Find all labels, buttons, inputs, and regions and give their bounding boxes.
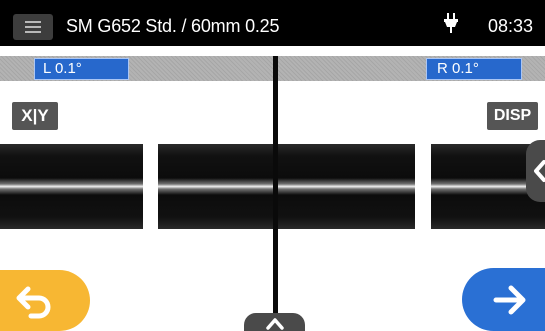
right-arrow-icon bbox=[493, 285, 526, 315]
chevron-up-icon bbox=[266, 318, 284, 330]
clock: 08:33 bbox=[487, 16, 533, 36]
ac-plug-icon bbox=[444, 13, 458, 33]
chevron-left-icon bbox=[534, 160, 545, 182]
menu-button[interactable] bbox=[13, 14, 53, 40]
fiber-left-segment bbox=[0, 144, 143, 229]
splicer-screen: SM G652 Std. / 60mm 0.25 08:33 L 0.1° R … bbox=[0, 0, 545, 331]
right-cleave-angle: R 0.1° bbox=[426, 58, 522, 80]
xy-view-button[interactable]: X|Y bbox=[12, 102, 58, 130]
back-button[interactable] bbox=[0, 270, 90, 331]
bottom-panel-handle[interactable] bbox=[244, 313, 305, 331]
back-arrow-icon bbox=[16, 286, 51, 319]
hamburger-menu-icon bbox=[25, 21, 41, 23]
side-panel-handle[interactable] bbox=[526, 140, 545, 202]
fiber-center-segment bbox=[158, 144, 415, 229]
next-button[interactable] bbox=[462, 268, 545, 331]
left-cleave-angle: L 0.1° bbox=[34, 58, 129, 80]
disp-button[interactable]: DISP bbox=[487, 102, 538, 130]
splice-program-title[interactable]: SM G652 Std. / 60mm 0.25 bbox=[66, 14, 280, 38]
status-bar: SM G652 Std. / 60mm 0.25 08:33 bbox=[0, 0, 545, 46]
center-alignment-line bbox=[273, 56, 278, 331]
